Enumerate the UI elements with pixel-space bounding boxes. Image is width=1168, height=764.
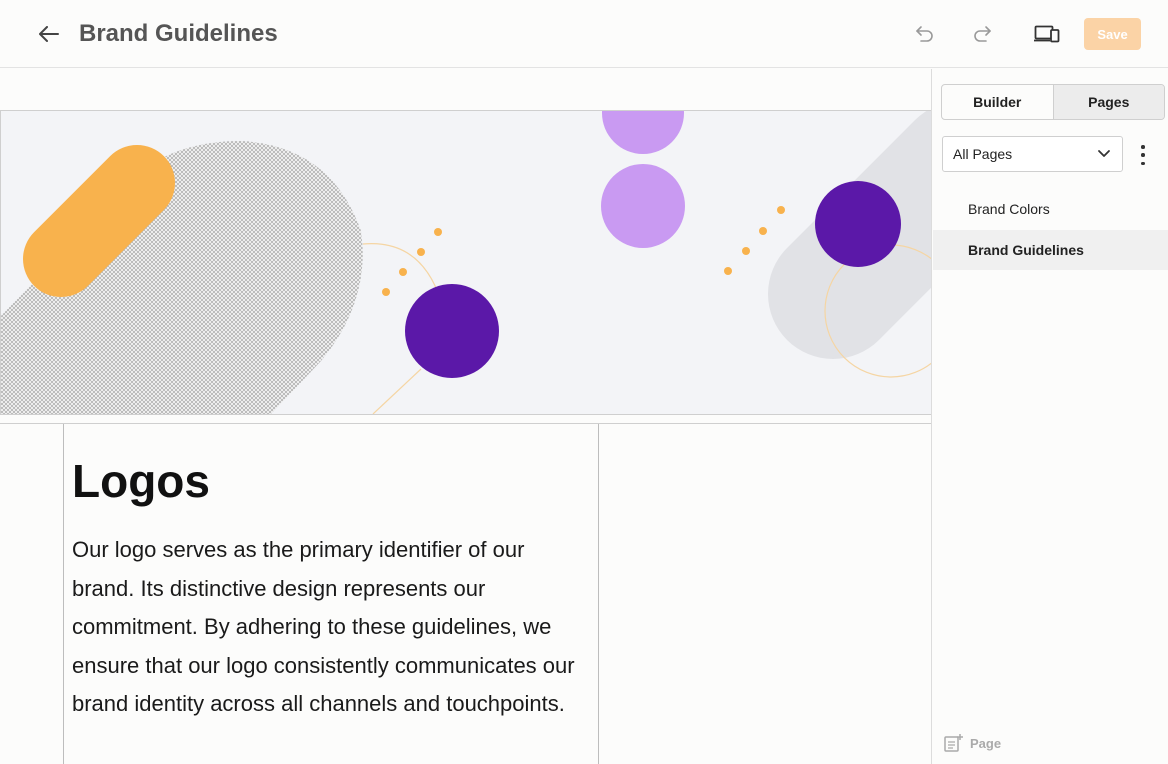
undo-icon[interactable] (909, 20, 941, 48)
panel-tabs: Builder Pages (941, 84, 1165, 120)
add-page-label: Page (970, 735, 1002, 751)
page-title: Brand Guidelines (79, 20, 278, 47)
pages-filter-value: All Pages (953, 146, 1013, 162)
section-body-text: Our logo serves as the primary identifie… (72, 537, 575, 716)
back-arrow-icon[interactable] (34, 20, 64, 48)
hero-banner-image[interactable] (0, 110, 931, 415)
save-button[interactable]: Save (1084, 18, 1141, 50)
page-item-label: Brand Guidelines (968, 242, 1084, 258)
chevron-down-icon (1098, 150, 1110, 157)
add-page-button[interactable]: Page (944, 734, 1001, 752)
section-heading: Logos (72, 455, 210, 507)
right-panel: Builder Pages All Pages Brand Colors Bra… (933, 69, 1168, 764)
redo-icon[interactable] (966, 20, 998, 48)
tab-pages[interactable]: Pages (1052, 85, 1164, 119)
tab-builder[interactable]: Builder (942, 85, 1053, 119)
text-block[interactable]: Logos Our logo serves as the primary ide… (63, 424, 599, 764)
content-section: Logos Our logo serves as the primary ide… (0, 423, 931, 764)
page-item-label: Brand Colors (968, 201, 1050, 217)
device-preview-icon[interactable] (1031, 20, 1063, 48)
more-options-icon[interactable] (1135, 145, 1151, 165)
add-page-icon (944, 734, 963, 752)
page-item-brand-guidelines[interactable]: Brand Guidelines (933, 230, 1168, 270)
page-item-brand-colors[interactable]: Brand Colors (933, 189, 1168, 229)
editor-canvas: Logos Our logo serves as the primary ide… (0, 69, 932, 764)
pages-filter-select[interactable]: All Pages (942, 136, 1123, 172)
top-bar: Brand Guidelines Save (0, 0, 1168, 68)
abstract-shapes-illustration (1, 111, 931, 414)
